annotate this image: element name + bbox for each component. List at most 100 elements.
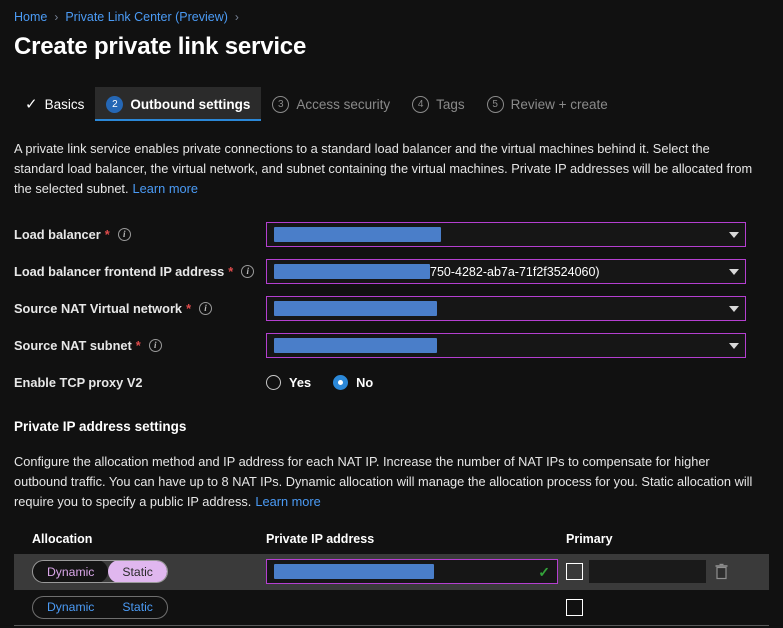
private-ip-section-description: Configure the allocation method and IP a… <box>14 452 754 511</box>
redaction-block <box>274 564 434 580</box>
private-ip-section-title: Private IP address settings <box>14 419 187 435</box>
breadcrumb-item-private-link-center[interactable]: Private Link Center (Preview) <box>65 10 228 24</box>
column-header-private-ip: Private IP address <box>266 531 375 546</box>
step-number-badge: 2 <box>106 95 124 113</box>
allocation-option-dynamic[interactable]: Dynamic <box>33 561 109 583</box>
nat-ip-table: Allocation Private IP address Primary Dy… <box>14 532 769 626</box>
tab-access-security-label: Access security <box>296 96 391 112</box>
tab-tags[interactable]: 4 Tags <box>401 87 476 121</box>
private-ip-cell: ✓ <box>266 559 566 585</box>
learn-more-link[interactable]: Learn more <box>133 181 198 196</box>
outbound-settings-form: Load balancer * i Load balancer frontend… <box>0 216 783 401</box>
column-header-primary: Primary <box>566 531 613 546</box>
allocation-toggle-cell: Dynamic Static <box>14 560 266 584</box>
info-icon[interactable]: i <box>241 265 255 279</box>
allocation-option-static[interactable]: Static <box>108 561 167 583</box>
info-icon[interactable]: i <box>148 339 162 353</box>
breadcrumb-separator-icon: › <box>234 10 239 24</box>
snat-vnet-label: Source NAT Virtual network <box>14 301 183 317</box>
snat-subnet-label: Source NAT subnet <box>14 338 132 354</box>
breadcrumb-item-home[interactable]: Home <box>14 10 47 24</box>
check-icon: ✓ <box>25 95 38 113</box>
page-description-text: A private link service enables private c… <box>14 141 753 196</box>
primary-checkbox[interactable] <box>566 598 583 616</box>
snat-vnet-value <box>274 301 723 317</box>
frontend-ip-value: 750-4282-ab7a-71f2f3524060) <box>274 264 723 280</box>
tcp-proxy-label: Enable TCP proxy V2 <box>14 375 143 391</box>
field-row-load-balancer: Load balancer * i <box>0 216 783 253</box>
redaction-block <box>274 264 430 280</box>
frontend-ip-label: Load balancer frontend IP address <box>14 264 225 280</box>
frontend-ip-label-group: Load balancer frontend IP address * i <box>14 264 266 279</box>
allocation-toggle[interactable]: Dynamic Static <box>32 595 168 619</box>
table-header-row: Allocation Private IP address Primary <box>14 532 769 554</box>
required-marker: * <box>228 264 234 280</box>
info-icon[interactable]: i <box>199 302 213 316</box>
snat-subnet-value <box>274 338 723 354</box>
allocation-option-dynamic[interactable]: Dynamic <box>33 597 108 618</box>
primary-cell <box>566 560 756 584</box>
primary-cell <box>566 598 756 616</box>
tab-outbound-settings-label: Outbound settings <box>130 96 251 112</box>
step-number-badge: 5 <box>486 95 504 113</box>
frontend-ip-value-visible: 750-4282-ab7a-71f2f3524060) <box>430 264 600 279</box>
radio-unchecked-icon <box>266 375 281 391</box>
tab-tags-label: Tags <box>436 96 465 112</box>
tcp-proxy-no-label: No <box>356 375 374 391</box>
private-ip-value <box>274 564 538 580</box>
column-header-allocation: Allocation <box>32 531 93 546</box>
tcp-proxy-option-yes[interactable]: Yes <box>266 375 312 391</box>
wizard-tabs: ✓ Basics 2 Outbound settings 3 Access se… <box>14 87 783 121</box>
learn-more-link[interactable]: Learn more <box>255 494 320 509</box>
allocation-toggle[interactable]: Dynamic Static <box>32 560 168 584</box>
step-number-badge: 3 <box>272 95 290 113</box>
radio-checked-icon <box>333 375 349 391</box>
redaction-block <box>274 301 437 317</box>
chevron-down-icon <box>729 342 739 349</box>
allocation-toggle-cell: Dynamic Static <box>14 595 266 619</box>
breadcrumb: Home › Private Link Center (Preview) › <box>0 0 783 26</box>
tab-basics-label: Basics <box>44 96 85 112</box>
snat-subnet-dropdown[interactable] <box>266 333 746 359</box>
load-balancer-value <box>274 227 723 243</box>
field-row-snat-vnet: Source NAT Virtual network * i <box>0 290 783 327</box>
breadcrumb-separator-icon: › <box>54 10 59 24</box>
page-description: A private link service enables private c… <box>14 139 754 198</box>
tab-review-create-label: Review + create <box>510 96 608 112</box>
table-row[interactable]: Dynamic Static <box>14 590 769 626</box>
delete-icon[interactable] <box>714 563 729 580</box>
primary-field-filler <box>589 560 706 584</box>
snat-vnet-dropdown[interactable] <box>266 296 746 322</box>
tcp-proxy-radio-group: Yes No <box>266 364 395 401</box>
load-balancer-label-group: Load balancer * i <box>14 227 266 242</box>
tab-basics[interactable]: ✓ Basics <box>14 87 95 121</box>
redaction-block <box>274 227 441 243</box>
table-row[interactable]: Dynamic Static ✓ <box>14 553 769 590</box>
required-marker: * <box>186 301 192 317</box>
allocation-option-static[interactable]: Static <box>108 597 166 618</box>
chevron-down-icon <box>729 231 739 238</box>
info-icon[interactable]: i <box>117 228 131 242</box>
tab-access-security[interactable]: 3 Access security <box>261 87 401 121</box>
required-marker: * <box>135 338 141 354</box>
load-balancer-dropdown[interactable] <box>266 222 746 248</box>
field-row-frontend-ip: Load balancer frontend IP address * i 75… <box>0 253 783 290</box>
load-balancer-label: Load balancer <box>14 227 101 243</box>
create-private-link-service-page: Home › Private Link Center (Preview) › C… <box>0 0 783 628</box>
primary-checkbox[interactable] <box>566 563 583 581</box>
tcp-proxy-yes-label: Yes <box>289 375 312 391</box>
snat-subnet-label-group: Source NAT subnet * i <box>14 338 266 353</box>
private-ip-description-text: Configure the allocation method and IP a… <box>14 454 753 510</box>
tab-outbound-settings[interactable]: 2 Outbound settings <box>95 87 262 121</box>
step-number-badge: 4 <box>412 95 430 113</box>
tab-review-create[interactable]: 5 Review + create <box>476 87 619 121</box>
chevron-down-icon <box>729 305 739 312</box>
private-ip-input[interactable]: ✓ <box>266 559 558 585</box>
tcp-proxy-option-no[interactable]: No <box>333 375 374 391</box>
valid-check-icon: ✓ <box>538 563 550 580</box>
frontend-ip-dropdown[interactable]: 750-4282-ab7a-71f2f3524060) <box>266 259 746 285</box>
redaction-block <box>274 338 437 354</box>
required-marker: * <box>104 227 110 243</box>
page-title: Create private link service <box>14 33 307 60</box>
chevron-down-icon <box>729 268 739 275</box>
